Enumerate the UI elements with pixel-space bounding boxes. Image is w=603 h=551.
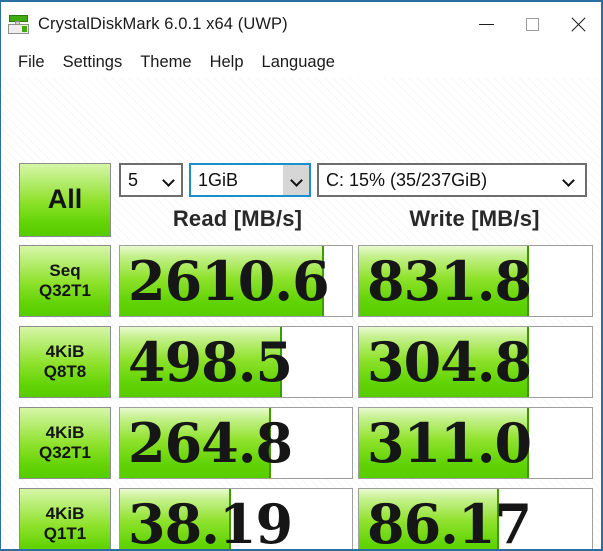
window-title: CrystalDiskMark 6.0.1 x64 (UWP) [38,14,288,33]
test-button-name: 4KiB [45,342,85,362]
test-button-queue: Q32T1 [39,443,91,462]
test-size-select[interactable]: 1GiB [189,163,311,197]
title-bar: CrystalDiskMark 6.0.1 x64 (UWP) [1,0,601,46]
minimize-button[interactable] [463,2,509,46]
run-all-button[interactable]: All [19,163,111,237]
disk-drive-icon [8,13,30,35]
result-value-read: 264.8 [128,411,293,475]
test-button-4kib-q1t1[interactable]: 4KiB Q1T1 [19,488,111,549]
test-size-value: 1GiB [198,169,239,190]
run-count-select[interactable]: 5 [119,163,183,197]
close-button[interactable] [555,2,601,46]
result-cell-read-4kib-q1t1: 38.19 [119,488,353,551]
result-cell-read-seq-q32t1: 2610.6 [119,245,353,317]
result-cell-read-4kib-q8t8: 498.5 [119,326,353,398]
maximize-icon [525,17,539,31]
write-column-header: Write [MB/s] [409,206,540,231]
target-drive-value: C: 15% (35/237GiB) [326,169,488,190]
result-cell-write-4kib-q32t1: 311.0 [358,407,593,479]
test-button-queue: Q1T1 [43,524,87,543]
menu-item-help[interactable]: Help [201,53,253,72]
test-button-seq-q32t1[interactable]: Seq Q32T1 [19,245,111,317]
menu-item-file[interactable]: File [9,53,54,72]
test-button-name: 4KiB [45,423,85,443]
menu-bar: File Settings Theme Help Language [1,46,601,78]
result-value-write: 86.17 [367,492,532,551]
control-row: 5 1GiB C: 15% (35/237GiB) [119,163,587,197]
test-button-4kib-q32t1[interactable]: 4KiB Q32T1 [19,407,111,479]
result-cell-read-4kib-q32t1: 264.8 [119,407,353,479]
result-cell-write-4kib-q1t1: 86.17 [358,488,593,551]
test-button-4kib-q8t8[interactable]: 4KiB Q8T8 [19,326,111,398]
test-button-queue: Q8T8 [43,362,87,381]
chevron-down-icon [551,165,585,195]
run-all-label: All [47,184,83,215]
test-button-queue: Q32T1 [39,281,91,300]
main-body: 5 1GiB C: 15% (35/237GiB) Read [MB/s] Wr… [1,78,601,551]
menu-item-theme[interactable]: Theme [131,53,200,72]
minimize-icon [478,23,494,25]
result-value-write: 831.8 [367,249,532,313]
result-value-read: 498.5 [128,330,293,394]
test-button-name: 4KiB [45,504,85,524]
crystaldiskmark-window: CrystalDiskMark 6.0.1 x64 (UWP) File Set… [0,0,603,551]
read-column-header: Read [MB/s] [172,206,303,231]
menu-item-settings[interactable]: Settings [54,53,132,72]
close-icon [570,16,587,33]
result-cell-write-4kib-q8t8: 304.8 [358,326,593,398]
chevron-down-icon [155,165,181,195]
window-controls [463,2,601,46]
menu-item-language[interactable]: Language [253,53,344,72]
test-button-name: Seq [49,261,81,281]
result-value-read: 2610.6 [128,249,330,313]
result-value-write: 311.0 [367,411,532,475]
target-drive-select[interactable]: C: 15% (35/237GiB) [317,163,587,197]
run-count-value: 5 [128,169,139,190]
result-value-write: 304.8 [367,330,532,394]
chevron-down-icon [283,165,309,195]
maximize-button[interactable] [509,2,555,46]
result-value-read: 38.19 [128,492,293,551]
result-cell-write-seq-q32t1: 831.8 [358,245,593,317]
column-headers: Read [MB/s] Write [MB/s] [119,206,593,232]
